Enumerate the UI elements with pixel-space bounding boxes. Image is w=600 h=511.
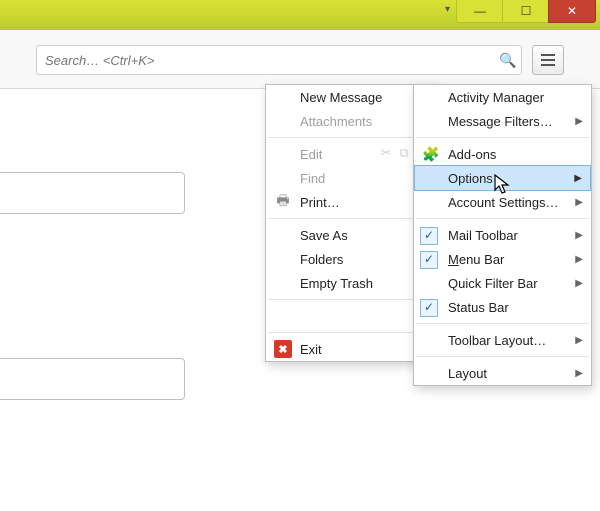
menu-addons[interactable]: 🧩 Add-ons bbox=[414, 142, 591, 166]
menu-label: Message Filters… bbox=[448, 114, 553, 129]
close-icon: ✕ bbox=[567, 5, 577, 17]
window-titlebar: ▾ — ☐ ✕ bbox=[0, 0, 600, 30]
hamburger-icon bbox=[541, 54, 555, 56]
menu-find: Find ▶ bbox=[266, 166, 435, 190]
menu-label: Mail Toolbar bbox=[448, 228, 518, 243]
menu-separator bbox=[268, 299, 433, 300]
menu-separator bbox=[416, 356, 589, 357]
menu-attachments: Attachments ▶ bbox=[266, 109, 435, 133]
submenu-arrow-icon: ▶ bbox=[575, 116, 583, 127]
menu-label: Find bbox=[300, 171, 325, 186]
menu-label: New Message bbox=[300, 90, 382, 105]
menu-label: Layout bbox=[448, 366, 487, 381]
menu-menu-bar[interactable]: ✓ Menu Bar ▶ bbox=[414, 247, 591, 271]
menu-separator bbox=[268, 137, 433, 138]
menu-label: Folders bbox=[300, 252, 343, 267]
menu-exit[interactable]: ✖ Exit bbox=[266, 337, 435, 361]
menu-empty-trash[interactable]: Empty Trash bbox=[266, 271, 435, 295]
submenu-arrow-icon: ▶ bbox=[575, 197, 583, 208]
puzzle-icon: 🧩 bbox=[422, 145, 440, 163]
main-toolbar: 🔍 bbox=[0, 30, 600, 89]
menu-label: Exit bbox=[300, 342, 322, 357]
exit-icon: ✖ bbox=[274, 340, 292, 358]
search-input[interactable] bbox=[37, 53, 495, 68]
menu-quick-filter-bar[interactable]: Quick Filter Bar ▶ bbox=[414, 271, 591, 295]
app-menu: New Message ▶ Attachments ▶ Edit ✂ ⧉ 📋 F… bbox=[265, 84, 436, 362]
menu-label: Toolbar Layout… bbox=[448, 333, 546, 348]
menu-label: Quick Filter Bar bbox=[448, 276, 538, 291]
menu-folders[interactable]: Folders ▶ bbox=[266, 247, 435, 271]
menu-label: Print… bbox=[300, 195, 340, 210]
menu-label: Options… bbox=[448, 171, 506, 186]
menu-label: Save As bbox=[300, 228, 348, 243]
menu-separator bbox=[416, 218, 589, 219]
submenu-arrow-icon: ▶ bbox=[575, 230, 583, 241]
submenu-arrow-icon: ▶ bbox=[575, 368, 583, 379]
maximize-icon: ☐ bbox=[521, 5, 532, 17]
menu-label: Activity Manager bbox=[448, 90, 544, 105]
search-icon[interactable]: 🔍 bbox=[495, 52, 521, 69]
titlebar-dropdown-icon[interactable]: ▾ bbox=[445, 4, 450, 15]
menu-new-message[interactable]: New Message ▶ bbox=[266, 85, 435, 109]
menu-label: Empty Trash bbox=[300, 276, 373, 291]
menu-activity-manager[interactable]: Activity Manager bbox=[414, 85, 591, 109]
menu-label: Attachments bbox=[300, 114, 372, 129]
submenu-arrow-icon: ▶ bbox=[575, 254, 583, 265]
minimize-icon: — bbox=[474, 5, 486, 17]
copy-icon: ⧉ bbox=[397, 145, 411, 161]
window-maximize-button[interactable]: ☐ bbox=[502, 0, 550, 23]
menu-separator bbox=[268, 218, 433, 219]
menu-message-filters[interactable]: Message Filters… ▶ bbox=[414, 109, 591, 133]
menu-print[interactable]: 🖶 Print… bbox=[266, 190, 435, 214]
menu-edit: Edit ✂ ⧉ 📋 bbox=[266, 142, 435, 166]
menu-save-as[interactable]: Save As ▶ bbox=[266, 223, 435, 247]
search-field[interactable]: 🔍 bbox=[36, 45, 522, 75]
menu-label: Menu Bar bbox=[448, 252, 504, 267]
content-panel bbox=[0, 172, 185, 214]
menu-label: Account Settings… bbox=[448, 195, 559, 210]
menu-toolbar-layout[interactable]: Toolbar Layout… ▶ bbox=[414, 328, 591, 352]
menu-layout[interactable]: Layout ▶ bbox=[414, 361, 591, 385]
menu-mail-toolbar[interactable]: ✓ Mail Toolbar ▶ bbox=[414, 223, 591, 247]
menu-separator bbox=[416, 323, 589, 324]
window-close-button[interactable]: ✕ bbox=[548, 0, 596, 23]
menu-label: Add-ons bbox=[448, 147, 496, 162]
menu-separator bbox=[416, 137, 589, 138]
check-icon: ✓ bbox=[420, 227, 438, 245]
content-panel bbox=[0, 358, 185, 400]
window-minimize-button[interactable]: — bbox=[456, 0, 504, 23]
submenu-arrow-icon: ▶ bbox=[575, 335, 583, 346]
menu-status-bar[interactable]: ✓ Status Bar bbox=[414, 295, 591, 319]
options-submenu: Activity Manager Message Filters… ▶ 🧩 Ad… bbox=[413, 84, 592, 386]
submenu-arrow-icon: ▶ bbox=[574, 173, 582, 184]
check-icon: ✓ bbox=[420, 299, 438, 317]
submenu-arrow-icon: ▶ bbox=[575, 278, 583, 289]
printer-icon: 🖶 bbox=[274, 193, 292, 211]
menu-separator bbox=[268, 332, 433, 333]
menu-account-settings[interactable]: Account Settings… ▶ bbox=[414, 190, 591, 214]
app-menu-button[interactable] bbox=[532, 45, 564, 75]
menu-options[interactable]: Options… ▶ bbox=[414, 165, 591, 191]
cut-icon: ✂ bbox=[379, 145, 393, 161]
menu-label: Status Bar bbox=[448, 300, 509, 315]
menu-label: Edit bbox=[300, 147, 322, 162]
check-icon: ✓ bbox=[420, 251, 438, 269]
